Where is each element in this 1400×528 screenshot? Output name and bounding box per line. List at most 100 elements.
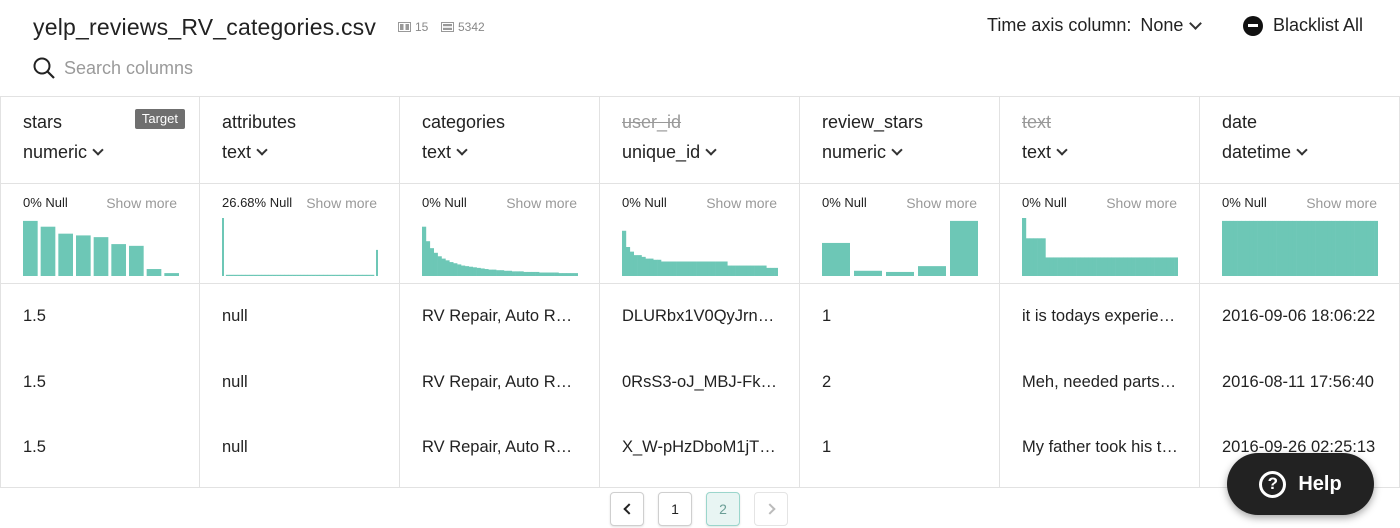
histogram-bar xyxy=(766,267,771,276)
search-input[interactable] xyxy=(64,57,364,79)
show-more-link[interactable]: Show more xyxy=(106,195,177,211)
column-type-dropdown[interactable]: text xyxy=(422,141,599,163)
column-stats: 0% Null Show more xyxy=(1000,184,1199,284)
histogram-bar xyxy=(1288,220,1293,276)
column-name[interactable]: categories xyxy=(422,111,599,133)
column-name[interactable]: user_id xyxy=(622,111,799,133)
histogram-bar xyxy=(629,251,634,276)
histogram-bar xyxy=(1315,220,1320,276)
column-type-dropdown[interactable]: unique_id xyxy=(622,141,799,163)
histogram-bar xyxy=(1358,220,1363,276)
show-more-link[interactable]: Show more xyxy=(1306,195,1377,211)
histogram-bar xyxy=(692,261,697,276)
show-more-link[interactable]: Show more xyxy=(306,195,377,211)
histogram-bar xyxy=(433,252,438,276)
columns-count: 15 xyxy=(398,20,428,34)
table-cell: 2 xyxy=(800,350,999,416)
histogram-bar xyxy=(735,265,740,276)
histogram-bar xyxy=(535,271,540,276)
histogram-bar xyxy=(366,274,371,276)
histogram-bar xyxy=(1174,257,1178,276)
cell-value: null xyxy=(222,438,248,457)
column-type-label: text xyxy=(222,142,252,162)
histogram-bar xyxy=(292,274,297,276)
histogram-bar xyxy=(222,218,224,276)
histogram-bar xyxy=(339,274,344,276)
column-type-dropdown[interactable]: datetime xyxy=(1222,141,1399,163)
histogram-bar xyxy=(1276,220,1281,276)
column-type-dropdown[interactable]: text xyxy=(222,141,399,163)
column-name[interactable]: review_stars xyxy=(822,111,999,133)
histogram-bar xyxy=(770,267,775,276)
show-more-link[interactable]: Show more xyxy=(506,195,577,211)
histogram-bar xyxy=(1245,220,1250,276)
histogram-bar xyxy=(519,271,524,276)
rows-count-value: 5342 xyxy=(458,20,485,34)
histogram-bar xyxy=(422,226,427,276)
table-cell: 2016-08-11 17:56:40 xyxy=(1200,350,1399,416)
cell-value: 2016-09-06 18:06:22 xyxy=(1222,307,1376,326)
histogram-bar xyxy=(461,265,466,276)
show-more-link[interactable]: Show more xyxy=(1106,195,1177,211)
histogram-bar xyxy=(1319,220,1324,276)
histogram-bar xyxy=(268,274,273,276)
column-name[interactable]: attributes xyxy=(222,111,399,133)
page-button-1[interactable]: 1 xyxy=(658,492,692,526)
column-type-label: datetime xyxy=(1222,142,1292,162)
chevron-right-icon xyxy=(763,503,776,515)
prev-page-button[interactable] xyxy=(610,492,644,526)
time-axis-selector[interactable]: Time axis column: None xyxy=(987,15,1203,36)
column-values: 2016-09-06 18:06:22 2016-08-11 17:56:40 20… xyxy=(1200,284,1399,481)
cell-value: Meh, needed parts for my RV xyxy=(1022,372,1178,391)
histogram-bar xyxy=(1264,220,1270,276)
column-name[interactable]: text xyxy=(1022,111,1199,133)
histogram-bar xyxy=(1029,238,1034,276)
histogram-bar xyxy=(441,258,446,276)
cell-value: 1.5 xyxy=(23,372,46,391)
histogram-bar xyxy=(1229,220,1234,276)
target-badge: Target xyxy=(134,109,185,129)
null-percentage: 0% Null xyxy=(822,195,867,210)
histogram-bar xyxy=(249,274,254,276)
column-type-dropdown[interactable]: numeric xyxy=(23,141,199,163)
histogram-bar xyxy=(23,220,38,276)
column-type-dropdown[interactable]: numeric xyxy=(822,141,999,163)
column-categories: categories text 0% Null Show more RV Repair,… xyxy=(400,97,600,487)
page-button-2[interactable]: 2 xyxy=(706,492,740,526)
column-header: review_starsnumeric xyxy=(800,97,999,184)
column-values: it is todays experience with them Meh, ne… xyxy=(1000,284,1199,481)
show-more-link[interactable]: Show more xyxy=(906,195,977,211)
histogram-bar xyxy=(645,258,650,276)
next-page-button[interactable] xyxy=(754,492,788,526)
show-more-link[interactable]: Show more xyxy=(706,195,777,211)
help-button[interactable]: ? Help xyxy=(1227,453,1374,515)
histogram-bar xyxy=(700,261,705,276)
column-review-stars: review_stars numeric 0% Null Show more 1 2 1 xyxy=(800,97,1000,487)
column-type-dropdown[interactable]: text xyxy=(1022,141,1199,163)
histogram-bar xyxy=(362,274,367,276)
histogram-bar xyxy=(680,261,685,276)
column-name[interactable]: date xyxy=(1222,111,1399,133)
null-percentage: 0% Null xyxy=(23,195,68,210)
histogram-chart xyxy=(1222,220,1378,276)
histogram-bar xyxy=(307,274,312,276)
histogram-bar xyxy=(822,242,850,276)
cell-value: RV Repair, Auto Repair xyxy=(422,307,578,326)
histogram-bar xyxy=(272,274,277,276)
column-values: 1.5 1.5 1.5 xyxy=(1,284,199,481)
histogram-bar xyxy=(950,220,978,276)
columns-icon xyxy=(398,22,411,32)
histogram-bar xyxy=(1284,220,1289,276)
histogram-chart xyxy=(1022,218,1178,276)
histogram-bar xyxy=(1041,238,1046,276)
blacklist-all-button[interactable]: Blacklist All xyxy=(1243,15,1363,36)
histogram-bar xyxy=(358,274,363,276)
histogram-bar xyxy=(1366,220,1371,276)
histogram-bar xyxy=(303,274,308,276)
histogram-bar xyxy=(1045,257,1050,276)
histogram-bar xyxy=(750,265,755,276)
histogram-bar xyxy=(1362,220,1367,276)
histogram-bar xyxy=(1166,257,1171,276)
histogram-bar xyxy=(637,255,642,276)
histogram-bar xyxy=(746,265,751,276)
